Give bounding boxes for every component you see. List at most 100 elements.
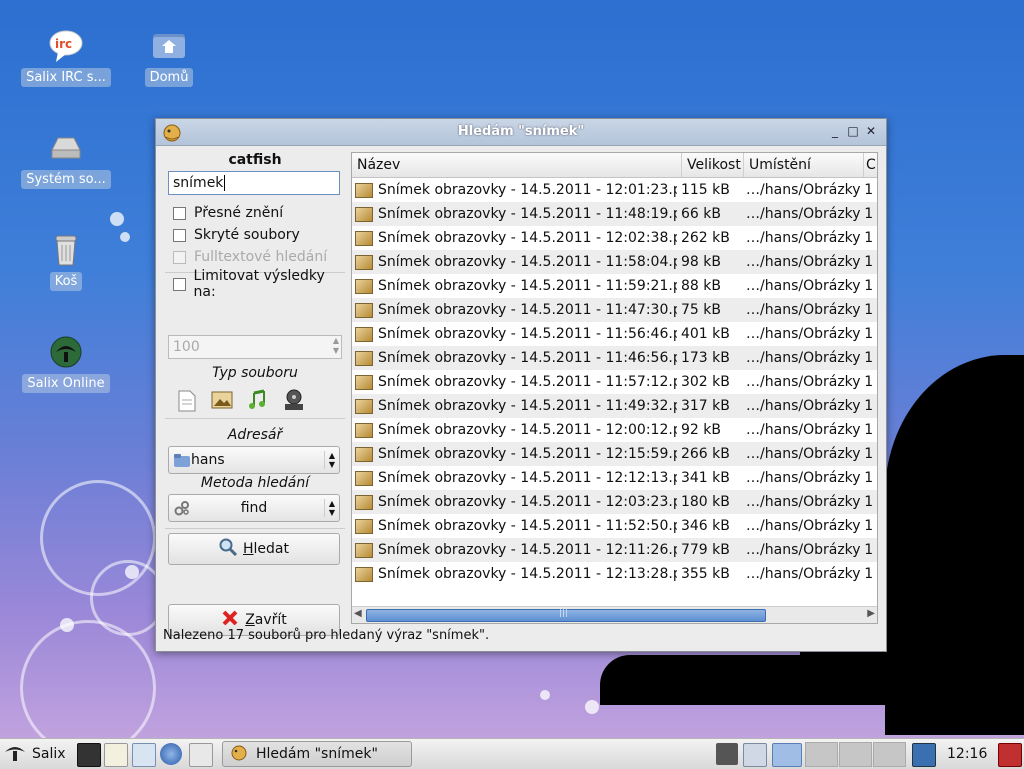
workspace-1[interactable] xyxy=(772,743,802,767)
scroll-left-icon[interactable]: ◀ xyxy=(354,608,362,619)
result-extra: 1 xyxy=(864,398,874,414)
limit-results-checkbox[interactable]: Limitovat výsledky na: xyxy=(173,268,345,300)
result-name-cell: Snímek obrazovky - 14.5.2011 - 12:01:23.… xyxy=(352,182,677,198)
result-file-name: Snímek obrazovky - 14.5.2011 - 11:57:12.… xyxy=(378,374,677,390)
result-file-name: Snímek obrazovky - 14.5.2011 - 12:01:23.… xyxy=(378,182,677,198)
result-size: 355 kB xyxy=(680,566,730,582)
start-menu-label: Salix xyxy=(32,746,66,762)
result-row[interactable]: Snímek obrazovky - 14.5.2011 - 12:03:23.… xyxy=(352,490,877,514)
workspace-2[interactable] xyxy=(805,742,838,767)
result-size: 88 kB xyxy=(680,278,721,294)
desktop-icon-irc[interactable]: irc Salix IRC s... xyxy=(18,28,114,91)
result-row[interactable]: Snímek obrazovky - 14.5.2011 - 11:58:04.… xyxy=(352,250,877,274)
result-location: …/hans/Obrázky xyxy=(746,470,861,486)
result-row[interactable]: Snímek obrazovky - 14.5.2011 - 11:47:30.… xyxy=(352,298,877,322)
folder-icon xyxy=(174,454,190,471)
file-manager-icon[interactable] xyxy=(132,743,156,767)
image-file-icon xyxy=(355,542,373,558)
salix-online-icon xyxy=(48,334,84,370)
checkbox-box[interactable] xyxy=(173,206,186,220)
battery-icon[interactable] xyxy=(743,743,767,767)
workspace-4[interactable] xyxy=(873,742,906,767)
spin-arrows-icon: ▲ ▼ xyxy=(332,336,339,355)
result-row[interactable]: Snímek obrazovky - 14.5.2011 - 12:01:23.… xyxy=(352,178,877,202)
video-icon[interactable] xyxy=(282,388,306,416)
display-icon[interactable] xyxy=(912,743,936,767)
image-file-icon xyxy=(355,398,373,414)
result-name-cell: Snímek obrazovky - 14.5.2011 - 12:11:26.… xyxy=(352,542,677,558)
result-row[interactable]: Snímek obrazovky - 14.5.2011 - 12:15:59.… xyxy=(352,442,877,466)
result-name-cell: Snímek obrazovky - 14.5.2011 - 12:13:28.… xyxy=(352,566,677,582)
result-size: 173 kB xyxy=(680,350,730,366)
network-icon[interactable] xyxy=(716,743,738,765)
desktop-icon-salix-online[interactable]: Salix Online xyxy=(18,334,114,397)
result-location: …/hans/Obrázky xyxy=(746,182,861,198)
home-folder-icon xyxy=(151,28,187,64)
result-row[interactable]: Snímek obrazovky - 14.5.2011 - 11:56:46.… xyxy=(352,322,877,346)
workspace-3[interactable] xyxy=(839,742,872,767)
result-row[interactable]: Snímek obrazovky - 14.5.2011 - 12:02:38.… xyxy=(352,226,877,250)
result-row[interactable]: Snímek obrazovky - 14.5.2011 - 11:59:21.… xyxy=(352,274,877,298)
show-desktop-icon[interactable] xyxy=(189,743,213,767)
result-extra: 1 xyxy=(864,230,874,246)
result-size: 346 kB xyxy=(680,518,730,534)
result-size: 92 kB xyxy=(680,422,721,438)
result-file-name: Snímek obrazovky - 14.5.2011 - 11:47:30.… xyxy=(378,302,677,318)
column-name[interactable]: Název xyxy=(352,153,682,177)
maximize-icon[interactable]: □ xyxy=(846,124,860,138)
text-editor-icon[interactable] xyxy=(104,743,128,767)
method-combo[interactable]: find ▲ ▼ xyxy=(168,494,340,522)
logout-icon[interactable] xyxy=(998,743,1022,767)
desktop-icon-filesystem[interactable]: Systém so... xyxy=(18,130,114,193)
desktop-icon-trash[interactable]: Koš xyxy=(18,232,114,295)
result-size: 317 kB xyxy=(680,398,730,414)
web-browser-icon[interactable] xyxy=(160,743,182,765)
svg-text:irc: irc xyxy=(55,37,72,51)
search-input[interactable]: snímek xyxy=(168,171,340,195)
result-name-cell: Snímek obrazovky - 14.5.2011 - 11:48:19.… xyxy=(352,206,677,222)
hidden-files-checkbox[interactable]: Skryté soubory xyxy=(173,226,300,244)
result-file-name: Snímek obrazovky - 14.5.2011 - 12:00:12.… xyxy=(378,422,677,438)
folder-combo[interactable]: hans ▲ ▼ xyxy=(168,446,340,474)
close-icon[interactable]: ✕ xyxy=(864,124,878,138)
catfish-window: Hledám "snímek" _ □ ✕ catfish snímek Pře… xyxy=(155,118,887,652)
start-menu-button[interactable]: Salix xyxy=(4,742,66,766)
result-row[interactable]: Snímek obrazovky - 14.5.2011 - 11:49:32.… xyxy=(352,394,877,418)
result-row[interactable]: Snímek obrazovky - 14.5.2011 - 11:57:12.… xyxy=(352,370,877,394)
desktop-icon-home[interactable]: Domů xyxy=(121,28,217,91)
result-row[interactable]: Snímek obrazovky - 14.5.2011 - 11:48:19.… xyxy=(352,202,877,226)
result-row[interactable]: Snímek obrazovky - 14.5.2011 - 12:00:12.… xyxy=(352,418,877,442)
result-extra: 1 xyxy=(864,494,874,510)
checkbox-box[interactable] xyxy=(173,277,186,291)
image-icon[interactable] xyxy=(211,391,233,413)
column-location[interactable]: Umístění xyxy=(744,153,864,177)
search-button[interactable]: Hledat xyxy=(168,533,340,565)
result-row[interactable]: Snímek obrazovky - 14.5.2011 - 11:52:50.… xyxy=(352,514,877,538)
exact-match-checkbox[interactable]: Přesné znění xyxy=(173,204,283,222)
checkbox-box[interactable] xyxy=(173,228,186,242)
column-size[interactable]: Velikost xyxy=(682,153,744,177)
catfish-task-icon xyxy=(230,743,248,765)
scroll-right-icon[interactable]: ▶ xyxy=(867,608,875,619)
result-row[interactable]: Snímek obrazovky - 14.5.2011 - 11:46:56.… xyxy=(352,346,877,370)
column-extra[interactable]: C xyxy=(864,153,877,177)
result-row[interactable]: Snímek obrazovky - 14.5.2011 - 12:12:13.… xyxy=(352,466,877,490)
image-file-icon xyxy=(355,422,373,438)
minimize-icon[interactable]: _ xyxy=(828,124,842,138)
result-row[interactable]: Snímek obrazovky - 14.5.2011 - 12:11:26.… xyxy=(352,538,877,562)
result-name-cell: Snímek obrazovky - 14.5.2011 - 12:00:12.… xyxy=(352,422,677,438)
result-location: …/hans/Obrázky xyxy=(746,278,861,294)
document-icon[interactable] xyxy=(178,390,196,416)
image-file-icon xyxy=(355,326,373,342)
music-icon[interactable] xyxy=(247,389,269,415)
result-row[interactable]: Snímek obrazovky - 14.5.2011 - 12:13:28.… xyxy=(352,562,877,586)
clock[interactable]: 12:16 xyxy=(947,742,987,766)
taskbar-task-catfish[interactable]: Hledám "snímek" xyxy=(222,741,412,767)
terminal-icon[interactable] xyxy=(77,743,101,767)
horizontal-scrollbar[interactable]: ◀ ||| ▶ xyxy=(352,606,877,623)
result-extra: 1 xyxy=(864,302,874,318)
window-titlebar[interactable]: Hledám "snímek" _ □ ✕ xyxy=(156,119,886,146)
task-label: Hledám "snímek" xyxy=(256,746,378,762)
result-location: …/hans/Obrázky xyxy=(746,302,861,318)
scrollbar-thumb[interactable]: ||| xyxy=(366,608,766,622)
